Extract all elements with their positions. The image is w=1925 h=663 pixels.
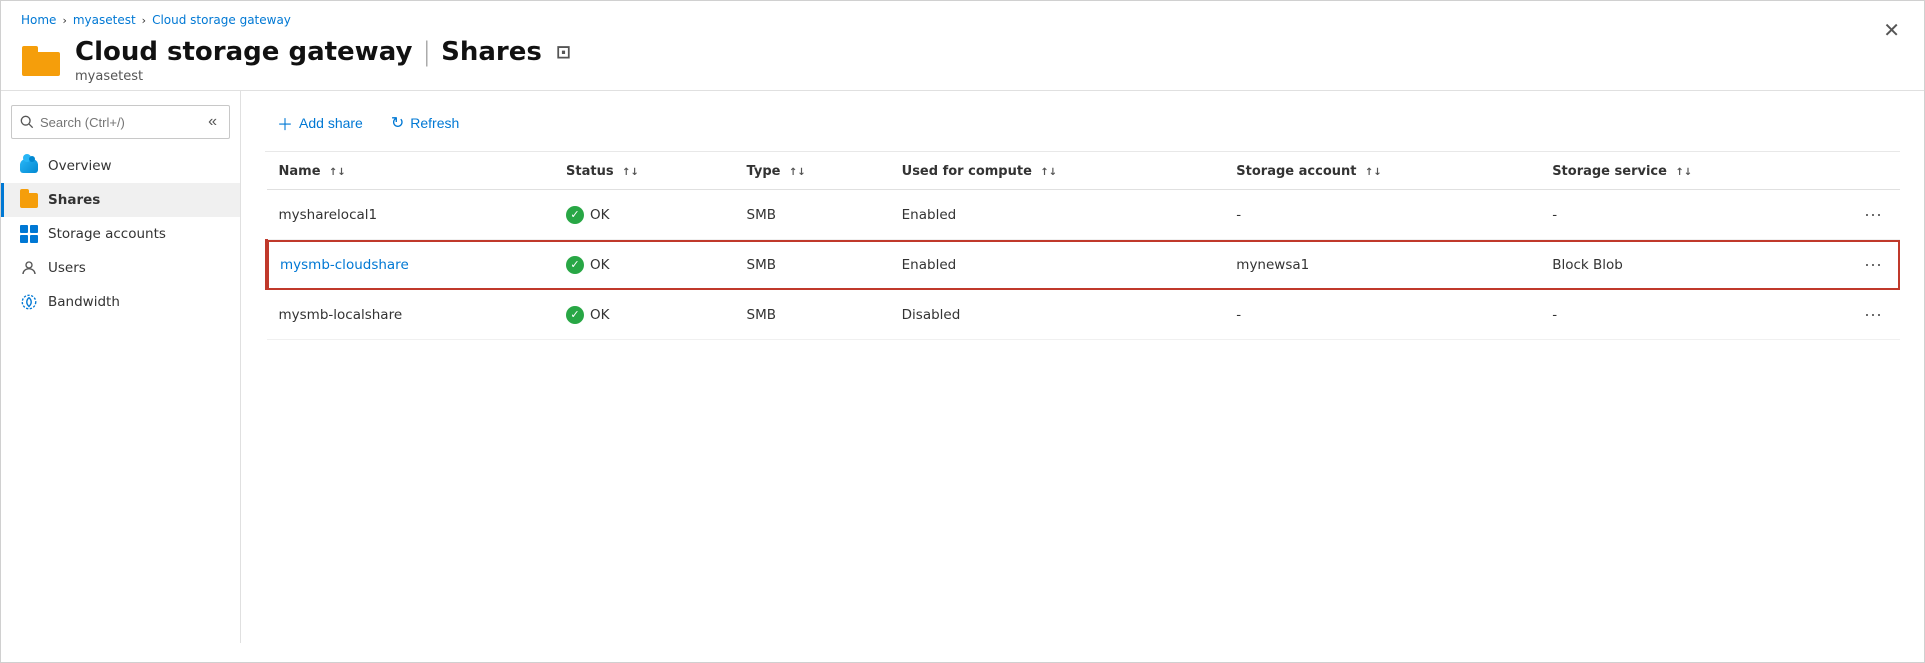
sort-icon-storage-account: ↑↓	[1365, 167, 1382, 178]
add-share-label: Add share	[299, 115, 363, 131]
col-header-name[interactable]: Name ↑↓	[267, 152, 555, 190]
more-options-button[interactable]: ···	[1858, 202, 1888, 227]
breadcrumb-home[interactable]: Home	[21, 13, 56, 27]
storage-accounts-icon	[20, 225, 38, 243]
cell-name[interactable]: mysharelocal1	[267, 190, 555, 240]
refresh-label: Refresh	[410, 115, 459, 131]
cell-name[interactable]: mysmb-localshare	[267, 290, 555, 340]
breadcrumb-myasetest[interactable]: myasetest	[73, 13, 136, 27]
col-header-compute[interactable]: Used for compute ↑↓	[890, 152, 1225, 190]
row-name: mysharelocal1	[279, 207, 378, 223]
title-main-text: Cloud storage gateway	[75, 37, 412, 67]
add-icon: ＋	[277, 111, 293, 135]
cell-type: SMB	[735, 290, 890, 340]
more-options-button[interactable]: ···	[1858, 252, 1888, 277]
title-divider: |	[422, 37, 431, 67]
page-title: Cloud storage gateway | Shares ⊡	[75, 37, 571, 67]
status-ok-icon: ✓	[566, 306, 584, 324]
title-section-text: Shares	[441, 37, 542, 67]
main-layout: « Overview Shares	[1, 90, 1924, 643]
row-name: mysmb-localshare	[279, 307, 403, 323]
overview-icon	[20, 157, 38, 175]
table-row[interactable]: mysharelocal1 ✓ OK SMB Enabled - - ···	[267, 190, 1901, 240]
cell-storage-account: mynewsa1	[1224, 240, 1540, 290]
status-label: OK	[590, 257, 609, 273]
search-icon	[20, 115, 34, 129]
breadcrumb-sep1: ›	[62, 14, 66, 27]
status-label: OK	[590, 307, 609, 323]
sidebar-item-overview[interactable]: Overview	[1, 149, 240, 183]
title-row: Cloud storage gateway | Shares ⊡ myasete…	[1, 31, 1924, 90]
folder-icon	[22, 46, 60, 76]
sidebar-label-bandwidth: Bandwidth	[48, 294, 120, 310]
sidebar-label-storage-accounts: Storage accounts	[48, 226, 166, 242]
refresh-button[interactable]: ↻ Refresh	[379, 107, 471, 139]
col-header-storage-account[interactable]: Storage account ↑↓	[1224, 152, 1540, 190]
search-bar[interactable]: «	[11, 105, 230, 139]
cell-status: ✓ OK	[554, 190, 735, 240]
cell-compute: Disabled	[890, 290, 1225, 340]
cell-status: ✓ OK	[554, 290, 735, 340]
close-button[interactable]: ✕	[1883, 21, 1900, 41]
col-header-status[interactable]: Status ↑↓	[554, 152, 735, 190]
users-icon	[20, 259, 38, 277]
col-header-type[interactable]: Type ↑↓	[735, 152, 890, 190]
cell-compute: Enabled	[890, 240, 1225, 290]
table-row[interactable]: mysmb-cloudshare ✓ OK SMB Enabled mynews…	[267, 240, 1901, 290]
table-row[interactable]: mysmb-localshare ✓ OK SMB Disabled - - ·…	[267, 290, 1901, 340]
cell-storage-service: -	[1540, 190, 1846, 240]
sidebar-label-users: Users	[48, 260, 86, 276]
cell-more[interactable]: ···	[1846, 240, 1900, 290]
bandwidth-icon	[20, 293, 38, 311]
collapse-button[interactable]: «	[204, 111, 221, 133]
table-header: Name ↑↓ Status ↑↓ Type ↑↓ Used for com	[267, 152, 1901, 190]
sort-icon-status: ↑↓	[622, 167, 639, 178]
cell-storage-service: -	[1540, 290, 1846, 340]
shares-icon	[20, 191, 38, 209]
search-input[interactable]	[40, 115, 198, 130]
sidebar: « Overview Shares	[1, 91, 241, 643]
status-ok-icon: ✓	[566, 206, 584, 224]
title-subtitle: myasetest	[75, 69, 571, 84]
add-share-button[interactable]: ＋ Add share	[265, 105, 375, 141]
col-header-storage-service[interactable]: Storage service ↑↓	[1540, 152, 1846, 190]
cell-type: SMB	[735, 240, 890, 290]
breadcrumb: Home › myasetest › Cloud storage gateway	[1, 1, 1924, 31]
sidebar-item-shares[interactable]: Shares	[1, 183, 240, 217]
pin-icon[interactable]: ⊡	[556, 42, 571, 63]
shares-table: Name ↑↓ Status ↑↓ Type ↑↓ Used for com	[265, 152, 1900, 340]
status-label: OK	[590, 207, 609, 223]
sort-icon-type: ↑↓	[789, 167, 806, 178]
status-ok-icon: ✓	[566, 256, 584, 274]
sidebar-label-shares: Shares	[48, 192, 100, 208]
sidebar-label-overview: Overview	[48, 158, 112, 174]
more-options-button[interactable]: ···	[1858, 302, 1888, 327]
breadcrumb-sep2: ›	[142, 14, 146, 27]
col-header-actions	[1846, 152, 1900, 190]
sidebar-item-storage-accounts[interactable]: Storage accounts	[1, 217, 240, 251]
cell-compute: Enabled	[890, 190, 1225, 240]
cell-more[interactable]: ···	[1846, 190, 1900, 240]
table-body: mysharelocal1 ✓ OK SMB Enabled - - ··· m…	[267, 190, 1901, 340]
cell-storage-account: -	[1224, 190, 1540, 240]
refresh-icon: ↻	[391, 113, 404, 133]
sort-icon-compute: ↑↓	[1040, 167, 1057, 178]
breadcrumb-current[interactable]: Cloud storage gateway	[152, 13, 291, 27]
sort-icon-name: ↑↓	[329, 167, 346, 178]
cell-storage-service: Block Blob	[1540, 240, 1846, 290]
title-text: Cloud storage gateway | Shares ⊡ myasete…	[75, 37, 571, 84]
sidebar-item-users[interactable]: Users	[1, 251, 240, 285]
cell-status: ✓ OK	[554, 240, 735, 290]
row-name[interactable]: mysmb-cloudshare	[280, 257, 409, 273]
cell-more[interactable]: ···	[1846, 290, 1900, 340]
cell-name[interactable]: mysmb-cloudshare	[267, 240, 555, 290]
content-area: ＋ Add share ↻ Refresh Name ↑↓	[241, 91, 1924, 643]
cell-type: SMB	[735, 190, 890, 240]
sort-icon-storage-service: ↑↓	[1675, 167, 1692, 178]
cell-storage-account: -	[1224, 290, 1540, 340]
toolbar: ＋ Add share ↻ Refresh	[265, 91, 1900, 152]
resource-icon	[21, 41, 61, 81]
sidebar-item-bandwidth[interactable]: Bandwidth	[1, 285, 240, 319]
